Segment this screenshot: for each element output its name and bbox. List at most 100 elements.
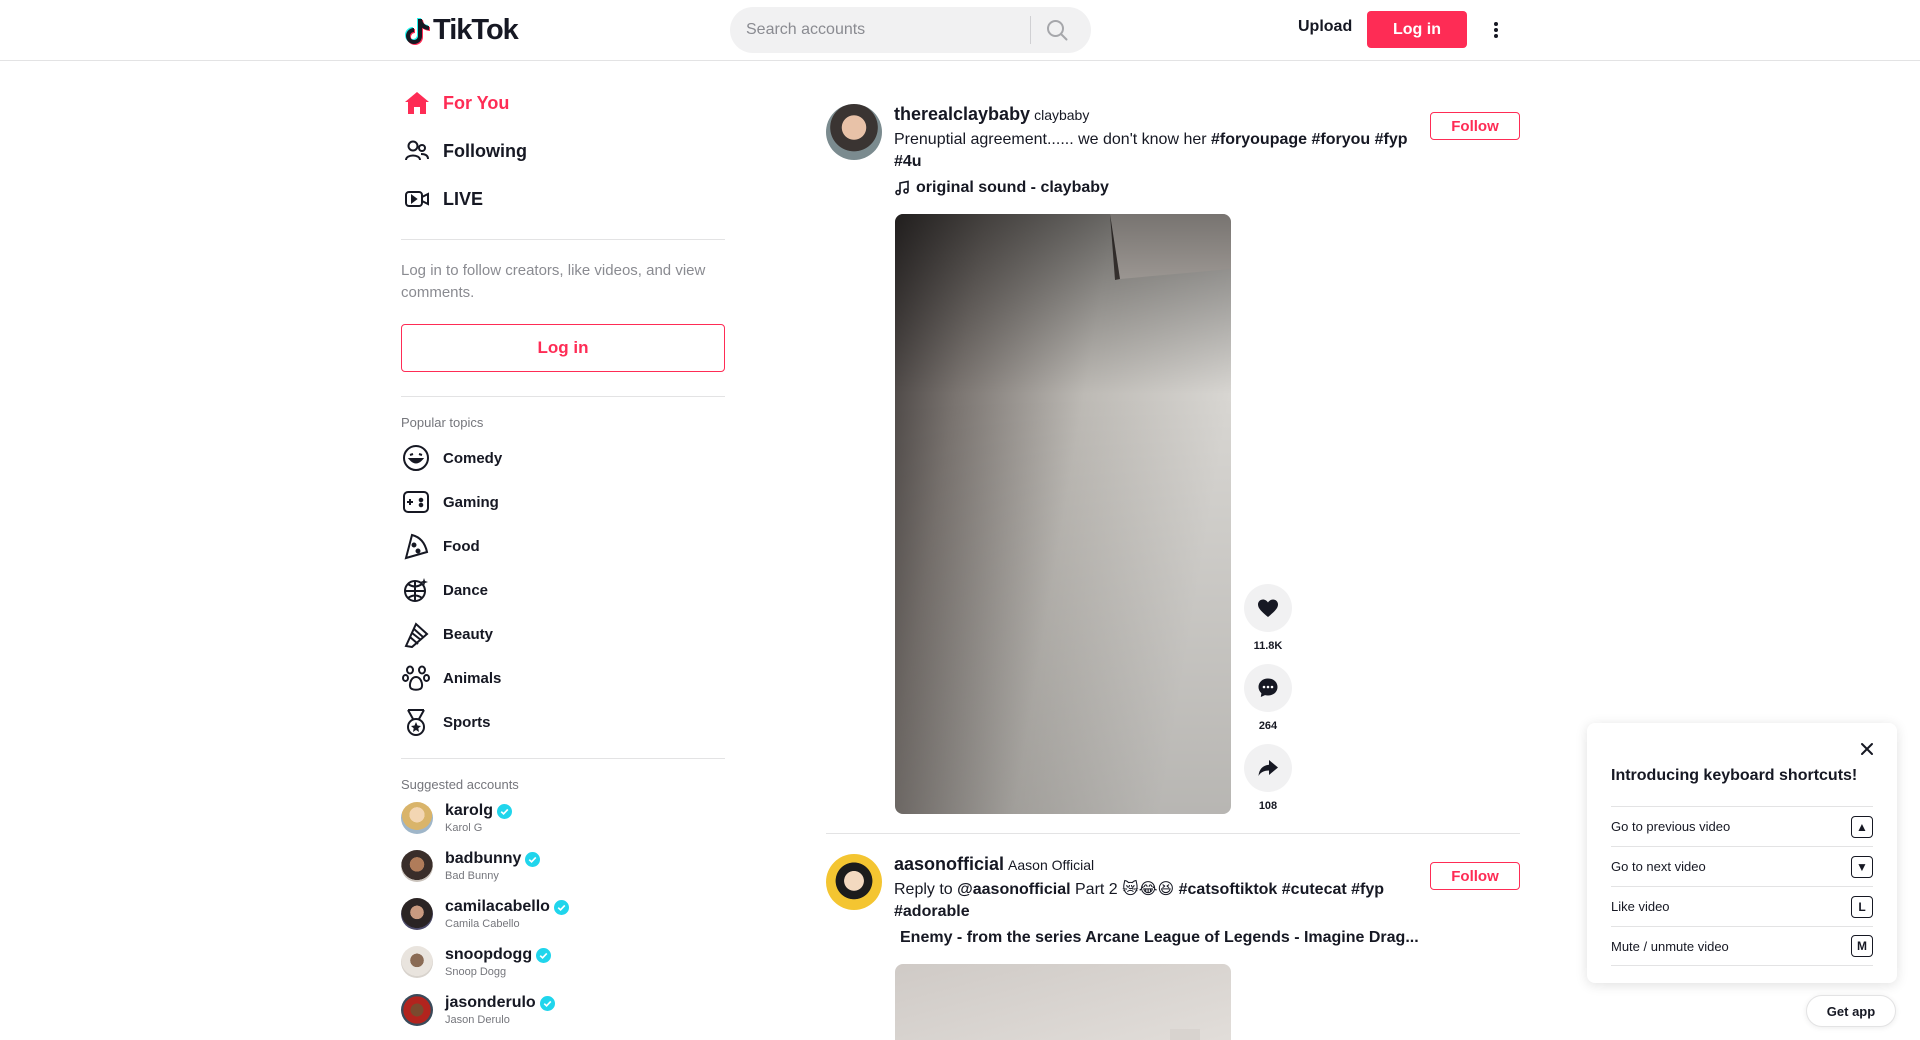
shortcut-label: Go to previous video (1611, 819, 1731, 834)
sports-icon (401, 707, 431, 737)
gaming-icon (401, 487, 431, 517)
get-app-button[interactable]: Get app (1806, 995, 1896, 1027)
comment-button[interactable] (1244, 664, 1292, 712)
music-link[interactable]: original sound - claybaby (894, 179, 1414, 197)
suggested-account[interactable]: jasonderulo Jason Derulo (401, 986, 725, 1034)
nav-for-you[interactable]: For You (401, 79, 725, 127)
hashtag-link[interactable]: #adorable (894, 903, 970, 920)
login-button-header[interactable]: Log in (1367, 11, 1467, 48)
comment-count: 264 (1258, 720, 1278, 732)
caption-text: Part 2 😿😂😆 (1070, 881, 1179, 898)
topic-animals[interactable]: Animals (401, 656, 725, 700)
comment-icon (1258, 678, 1278, 697)
hashtag-link[interactable]: #fyp (1351, 881, 1384, 898)
post-nickname: Aason Official (1008, 857, 1095, 873)
topic-comedy[interactable]: Comedy (401, 436, 725, 480)
hashtag-link[interactable]: #fyp (1375, 131, 1408, 148)
action-bar: 11.8K 264 108 (1244, 584, 1292, 824)
follow-button[interactable]: Follow (1430, 862, 1520, 890)
account-username: camilacabello (445, 898, 550, 915)
hashtag-link[interactable]: #cutecat (1282, 881, 1347, 898)
post-avatar[interactable] (826, 104, 882, 160)
top-header: TikTok Upload Log in (0, 0, 1920, 61)
topic-sports[interactable]: Sports (401, 700, 725, 744)
search-bar (730, 7, 1091, 53)
shortcuts-title: Introducing keyboard shortcuts! (1611, 767, 1858, 784)
search-icon (1047, 20, 1068, 41)
more-vertical-icon (1494, 22, 1498, 38)
nav-label: Following (443, 140, 527, 161)
account-name: Bad Bunny (445, 870, 499, 882)
sidebar-divider (401, 758, 725, 759)
food-icon (401, 531, 431, 561)
post-username[interactable]: therealclaybaby (894, 104, 1030, 124)
animals-icon (401, 663, 431, 693)
login-hint: Log in to follow creators, like videos, … (401, 262, 706, 301)
avatar (401, 802, 433, 834)
feed-post: aasonofficial Aason Official Reply to @aa… (826, 854, 1520, 1040)
hashtag-link[interactable]: #foryou (1311, 131, 1370, 148)
topic-food[interactable]: Food (401, 524, 725, 568)
mention-link[interactable]: @aasonofficial (957, 881, 1070, 898)
dance-icon (401, 575, 431, 605)
users-icon (403, 137, 431, 165)
share-icon (1258, 760, 1278, 776)
more-menu-button[interactable] (1490, 16, 1502, 44)
account-name: Camila Cabello (445, 918, 520, 930)
account-name: Karol G (445, 822, 483, 834)
suggested-account[interactable]: snoopdogg Snoop Dogg (401, 938, 725, 986)
hashtag-link[interactable]: #foryoupage (1211, 131, 1307, 148)
shortcut-label: Go to next video (1611, 859, 1706, 874)
video-player[interactable] (895, 214, 1231, 814)
video-frame (895, 214, 1231, 814)
topic-label: Food (443, 537, 480, 555)
account-name: Jason Derulo (445, 1014, 510, 1026)
topic-gaming[interactable]: Gaming (401, 480, 725, 524)
shortcut-label: Mute / unmute video (1611, 938, 1729, 954)
nav-following[interactable]: Following (401, 127, 725, 175)
logo-text: TikTok (433, 14, 519, 46)
share-count: 108 (1258, 800, 1278, 812)
caption-text: Prenuptial agreement...... we don't know… (894, 131, 1212, 148)
account-username: jasonderulo (445, 994, 536, 1011)
comedy-icon (401, 443, 431, 473)
suggested-account[interactable]: camilacabello Camila Cabello (401, 890, 725, 938)
avatar (401, 994, 433, 1026)
suggested-accounts-title: Suggested accounts (401, 777, 519, 792)
m-key-icon: M (1851, 935, 1873, 957)
live-icon (403, 185, 431, 213)
close-button[interactable] (1857, 739, 1877, 759)
verified-badge-icon (497, 803, 513, 819)
search-input[interactable] (730, 7, 1030, 53)
music-link[interactable]: Enemy - from the series Arcane League of… (894, 929, 1419, 947)
suggested-account[interactable]: karolg Karol G (401, 794, 725, 842)
arrow-down-key-icon: ▼ (1851, 855, 1873, 878)
tiktok-logo[interactable]: TikTok (405, 14, 519, 47)
account-username: karolg (445, 802, 494, 819)
share-button[interactable] (1244, 744, 1292, 792)
post-divider (826, 833, 1520, 834)
post-avatar[interactable] (826, 854, 882, 910)
like-button[interactable] (1244, 584, 1292, 632)
nav-live[interactable]: LIVE (401, 175, 725, 223)
verified-badge-icon (539, 995, 555, 1011)
search-button[interactable] (1031, 7, 1083, 53)
tiktok-note-icon (405, 17, 430, 45)
suggested-account[interactable]: badbunny Bad Bunny (401, 842, 725, 890)
shortcut-row: Go to previous video ▲ (1611, 806, 1873, 846)
home-icon (403, 89, 431, 117)
keyboard-shortcuts-popup: Introducing keyboard shortcuts! Go to pr… (1587, 723, 1897, 983)
login-button-sidebar[interactable]: Log in (401, 324, 725, 372)
beauty-icon (401, 619, 431, 649)
follow-button[interactable]: Follow (1430, 112, 1520, 140)
topic-dance[interactable]: Dance (401, 568, 725, 612)
topic-label: Dance (443, 581, 489, 599)
video-player[interactable] (895, 964, 1231, 1040)
topic-beauty[interactable]: Beauty (401, 612, 725, 656)
music-title: original sound - claybaby (916, 179, 1109, 196)
hashtag-link[interactable]: #catsoftiktok (1179, 881, 1278, 898)
upload-link[interactable]: Upload (1298, 18, 1352, 36)
post-username[interactable]: aasonofficial (894, 854, 1004, 874)
hashtag-link[interactable]: #4u (894, 153, 922, 170)
music-note-icon (895, 180, 909, 196)
